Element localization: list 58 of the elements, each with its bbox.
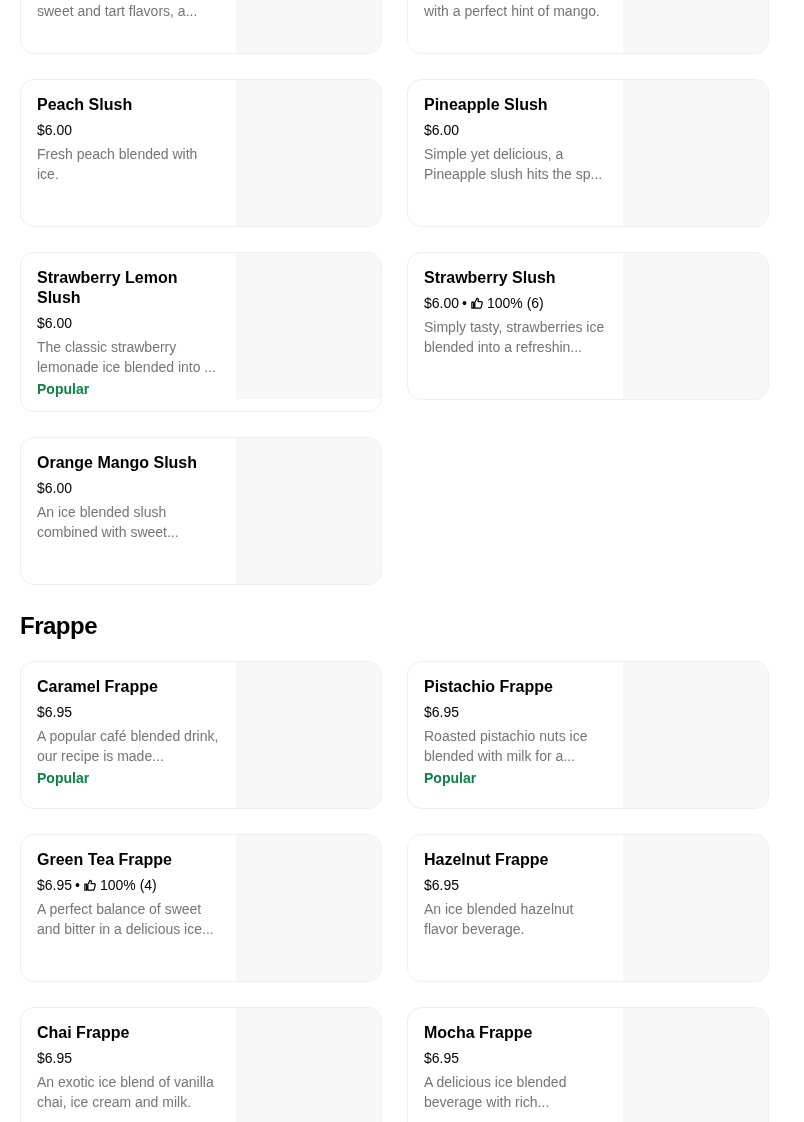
- item-name: Hazelnut Frappe: [424, 850, 550, 870]
- item-rating: 100% (4): [99, 876, 157, 895]
- item-name: Pistachio Frappe: [424, 677, 554, 697]
- menu-item-card[interactable]: Pistachio Frappe $6.95 Roasted pistachio nuts ice blended with milk for a... Popular: [407, 661, 769, 809]
- menu-item-card[interactable]: Chai Frappe $6.95 An exotic ice blend of vanilla chai, ice cream and milk.: [20, 1007, 382, 1122]
- item-description: Fresh peach blended with ice.: [37, 145, 199, 184]
- item-price: $6.95: [424, 1049, 460, 1068]
- menu-item-card[interactable]: Pineapple Slush $6.00 Simple yet delicious, a Pineapple slush hits the sp...: [407, 79, 769, 227]
- menu-item-card[interactable]: Strawberry Slush $6.00 • 100% (6) Simply tasty, strawberries ice blended into a refreshin...: [407, 252, 769, 400]
- item-description: An ice blended slush combined with sweet...: [37, 503, 180, 542]
- item-name: Pineapple Slush: [424, 95, 549, 115]
- item-price: $6.95: [37, 1049, 73, 1068]
- item-description: Roasted pistachio nuts ice blended with milk for a...: [424, 727, 589, 766]
- item-description: A delicious ice blended beverage with rich...: [424, 1073, 568, 1112]
- item-description: The classic strawberry lemonade ice blended into ...: [37, 338, 217, 377]
- menu-item-card[interactable]: Peach Slush $6.00 Fresh peach blended with ice.: [20, 79, 382, 227]
- item-rating: 100% (6): [486, 294, 544, 313]
- item-name: Caramel Frappe: [37, 677, 159, 697]
- item-description: Simple yet delicious, a Pineapple slush hits the sp...: [424, 145, 604, 184]
- item-description: A popular café blended drink, our recipe is made...: [37, 727, 220, 766]
- item-description: An ice blended hazelnut flavor beverage.: [424, 900, 575, 939]
- popular-label: Popular: [37, 769, 91, 788]
- separator-dot: •: [462, 294, 467, 313]
- item-price: $6.95: [37, 876, 73, 895]
- menu-item-card[interactable]: Orange Mango Slush $6.00 An ice blended slush combined with sweet...: [20, 437, 382, 585]
- menu-item-card[interactable]: sweet and tart flavors, a...: [20, 0, 382, 54]
- item-name: Orange Mango Slush: [37, 453, 198, 473]
- popular-label: Popular: [424, 769, 478, 788]
- menu-item-card[interactable]: Strawberry Lemon Slush $6.00 The classic strawberry lemonade ice blended into ... Popular: [20, 252, 382, 412]
- item-name: Strawberry Lemon Slush: [37, 268, 179, 308]
- item-description: sweet and tart flavors, a...: [37, 2, 199, 21]
- item-name: Strawberry Slush: [424, 268, 557, 288]
- menu-item-card[interactable]: Mocha Frappe $6.95 A delicious ice blended beverage with rich...: [407, 1007, 769, 1122]
- menu-item-card[interactable]: Green Tea Frappe $6.95 • 100% (4) A perfect balance of sweet and bitter in a delicious ice...: [20, 834, 382, 982]
- item-description: Simply tasty, strawberries ice blended into a refreshin...: [424, 318, 606, 357]
- item-name: Peach Slush: [37, 95, 134, 115]
- thumbs-up-icon: [83, 879, 96, 891]
- item-name: Chai Frappe: [37, 1023, 131, 1043]
- popular-label: Popular: [37, 380, 91, 399]
- item-description: A perfect balance of sweet and bitter in a delicious ice...: [37, 900, 215, 939]
- separator-dot: •: [75, 876, 80, 895]
- menu-item-card[interactable]: Hazelnut Frappe $6.95 An ice blended hazelnut flavor beverage.: [407, 834, 769, 982]
- item-price: $6.00: [424, 121, 460, 140]
- thumbs-up-icon: [470, 297, 483, 309]
- item-price: $6.95: [424, 876, 460, 895]
- item-description: with a perfect hint of mango.: [424, 2, 601, 21]
- section-heading: Frappe: [20, 611, 98, 641]
- item-description: An exotic ice blend of vanilla chai, ice cream and milk.: [37, 1073, 215, 1112]
- menu-item-card[interactable]: Caramel Frappe $6.95 A popular café blended drink, our recipe is made... Popular: [20, 661, 382, 809]
- menu-item-card[interactable]: with a perfect hint of mango.: [407, 0, 769, 54]
- item-price: $6.95: [424, 703, 460, 722]
- item-price: $6.00: [424, 294, 460, 313]
- item-price: $6.00: [37, 479, 73, 498]
- item-name: Mocha Frappe: [424, 1023, 534, 1043]
- item-price: $6.00: [37, 121, 73, 140]
- item-price: $6.95: [37, 703, 73, 722]
- item-price: $6.00: [37, 314, 73, 333]
- item-name: Green Tea Frappe: [37, 850, 173, 870]
